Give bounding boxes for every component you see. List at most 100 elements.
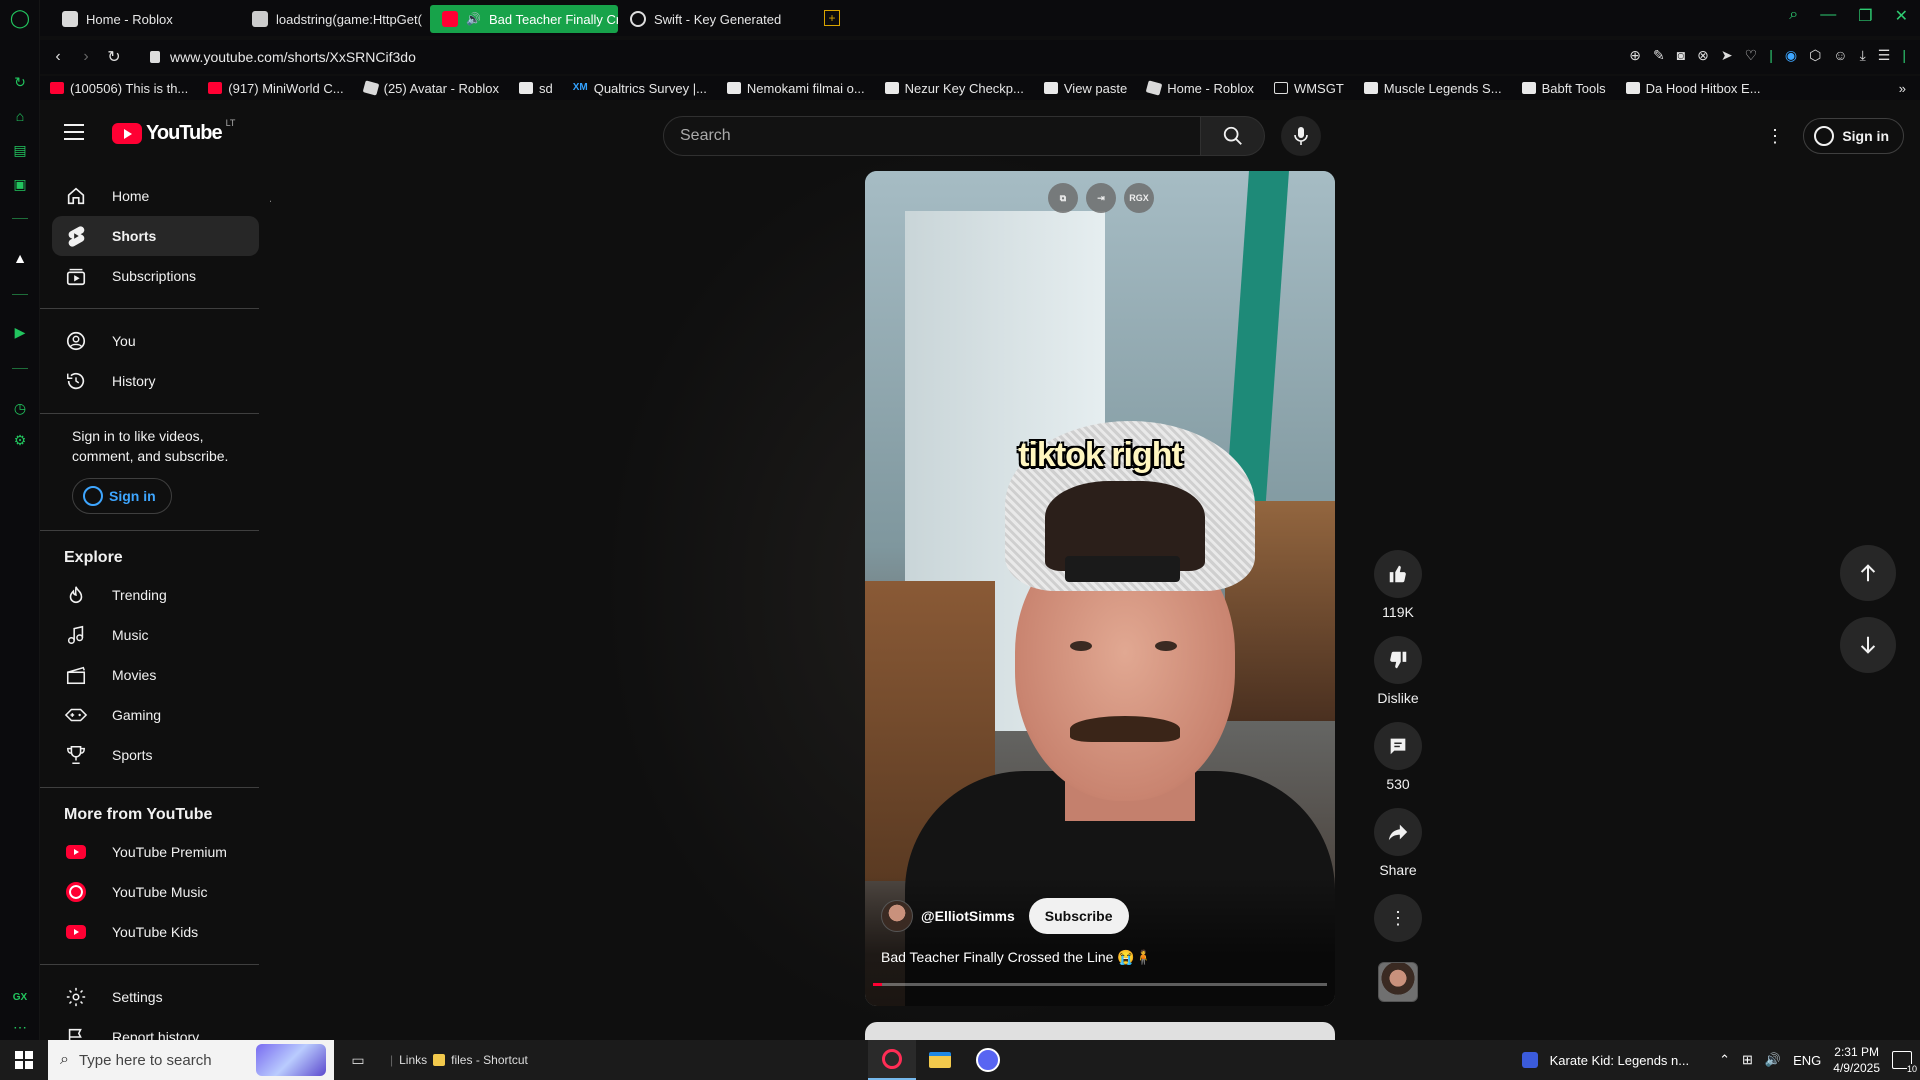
start-button[interactable] [0, 1040, 48, 1080]
adblock-icon[interactable]: ⊗ [1697, 47, 1709, 64]
tab-swift[interactable]: Swift - Key Generated [618, 5, 808, 33]
music-player-icon[interactable]: ▶ [8, 320, 32, 344]
history-rail-icon[interactable]: ◷ [8, 396, 32, 420]
bookmark[interactable]: Nezur Key Checkp... [884, 81, 1024, 96]
tab-bad-teacher[interactable]: 🔊 Bad Teacher Finally Cr [430, 5, 618, 33]
network-icon[interactable]: ⊞ [1742, 1052, 1753, 1068]
back-icon[interactable]: ‹ [44, 48, 72, 66]
like-button[interactable] [1374, 550, 1422, 598]
sidebar-item-home[interactable]: Home [52, 176, 259, 216]
speaker-icon[interactable]: 🔊 [466, 12, 481, 26]
rgx-button[interactable]: RGX [1124, 183, 1154, 213]
bookmark[interactable]: View paste [1043, 81, 1127, 96]
heart-icon[interactable]: ♡ [1745, 47, 1758, 64]
bookmark[interactable]: (100506) This is th... [50, 81, 188, 96]
sidebar-item-youtube-music[interactable]: YouTube Music [52, 872, 259, 912]
video-title[interactable]: Bad Teacher Finally Crossed the Line 😭🧍 [881, 949, 1152, 966]
sidebar-item-youtube-premium[interactable]: YouTube Premium [52, 832, 259, 872]
more-rail-icon[interactable]: ⋯ [8, 1015, 32, 1039]
gx-player-icon[interactable]: ▲ [8, 246, 32, 270]
twitch-icon[interactable]: ▤ [8, 138, 32, 162]
sign-in-button[interactable]: Sign in [1803, 118, 1904, 154]
bookmark[interactable]: Home - Roblox [1145, 80, 1254, 96]
sidebar-item-sports[interactable]: Sports [52, 735, 259, 775]
bookmark[interactable]: (25) Avatar - Roblox [362, 80, 499, 96]
tab-home-roblox[interactable]: Home - Roblox [50, 5, 240, 33]
bookmark[interactable]: Nemokami filmai o... [726, 81, 865, 96]
opera-gx-taskbar-icon[interactable] [867, 1040, 916, 1080]
comments-button[interactable] [1374, 722, 1422, 770]
reload-icon[interactable]: ↻ [100, 47, 128, 67]
bookmark[interactable]: XM Qualtrics Survey |... [573, 81, 707, 96]
profile-icon[interactable]: ☺ [1833, 47, 1847, 64]
volume-icon[interactable]: 🔊 [1765, 1052, 1781, 1068]
sidebar-item-history[interactable]: History [52, 361, 259, 401]
gx-store-icon[interactable]: ⌂ [8, 104, 32, 128]
gx-control-icon[interactable]: ↻ [8, 70, 32, 94]
new-tab-button[interactable]: + [824, 10, 840, 26]
sidebar-item-youtube-kids[interactable]: YouTube Kids [52, 912, 259, 952]
download-icon[interactable]: ⤓ [1860, 47, 1866, 64]
sidebar-item-settings[interactable]: Settings [52, 977, 259, 1017]
bookmark[interactable]: (917) MiniWorld C... [208, 81, 344, 96]
bookmark[interactable]: Babft Tools [1521, 81, 1606, 96]
more-bookmarks-icon[interactable]: » [1899, 81, 1906, 96]
notifications-icon[interactable]: 10 [1892, 1051, 1917, 1074]
next-short-button[interactable] [1840, 617, 1896, 673]
minimize-icon[interactable]: — [1820, 6, 1836, 26]
enter-icon[interactable]: ⇥ [1086, 183, 1116, 213]
clock[interactable]: 2:31 PM 4/9/2025 [1833, 1044, 1880, 1076]
forward-icon[interactable]: › [72, 48, 100, 66]
dislike-button[interactable] [1374, 636, 1422, 684]
links-label[interactable]: Links [399, 1053, 427, 1067]
cube-icon[interactable]: ⬡ [1809, 47, 1821, 64]
sidebar-item-music[interactable]: Music [52, 615, 259, 655]
files-shortcut[interactable]: files - Shortcut [451, 1053, 528, 1067]
opera-gx-menu-icon[interactable]: ◯ [8, 6, 32, 30]
easy-setup-icon[interactable]: ☰ [1878, 47, 1891, 64]
maximize-icon[interactable]: ❐ [1858, 6, 1872, 26]
scroll-up-icon[interactable]: ▲ [268, 194, 271, 205]
tab-search-icon[interactable]: ⌕ [1789, 6, 1798, 26]
channel-name[interactable]: @ElliotSimms [921, 908, 1015, 924]
youtube-logo[interactable]: YouTube LT [112, 118, 235, 145]
previous-short-button[interactable] [1840, 545, 1896, 601]
vpn-icon[interactable]: ◉ [1785, 47, 1797, 64]
bookmark[interactable]: sd [518, 81, 553, 96]
sidebar-item-subscriptions[interactable]: Subscriptions [52, 256, 259, 296]
file-explorer-taskbar-icon[interactable] [916, 1040, 964, 1080]
subscribe-button[interactable]: Subscribe [1028, 898, 1129, 934]
settings-rail-icon[interactable]: ⚙ [8, 428, 32, 452]
sidebar-item-report-history[interactable]: Report history [52, 1017, 259, 1040]
edit-icon[interactable]: ✎ [1653, 47, 1665, 64]
sidebar-item-shorts[interactable]: Shorts [52, 216, 259, 256]
chevron-up-icon[interactable]: ⌃ [1719, 1052, 1730, 1068]
bookmark[interactable]: WMSGT [1273, 81, 1344, 96]
taskbar-search[interactable]: ⌕ Type here to search [48, 1040, 334, 1080]
task-view-icon[interactable]: ▭ [334, 1040, 382, 1080]
next-short-preview[interactable] [865, 1022, 1335, 1042]
sidebar-item-trending[interactable]: Trending [52, 575, 259, 615]
shorts-player[interactable]: ⧉ ⇥ RGX tiktok right @ElliotSimms Subscr… [865, 171, 1335, 1006]
sidebar-item-you[interactable]: You [52, 321, 259, 361]
tab-loadstring[interactable]: loadstring(game:HttpGet( [240, 5, 430, 33]
share-button[interactable] [1374, 808, 1422, 856]
send-icon[interactable]: ➤ [1721, 47, 1733, 64]
hamburger-menu-icon[interactable] [64, 124, 84, 140]
sidebar-sign-in-button[interactable]: Sign in [72, 478, 172, 514]
zoom-icon[interactable]: ⊕ [1629, 47, 1641, 64]
more-options-button[interactable]: ⋮ [1374, 894, 1422, 942]
sidebar-item-gaming[interactable]: Gaming [52, 695, 259, 735]
camera-icon[interactable]: ◙ [1677, 47, 1685, 64]
channel-avatar[interactable] [881, 900, 913, 932]
bookmark[interactable]: Da Hood Hitbox E... [1625, 81, 1761, 96]
language-indicator[interactable]: ENG [1793, 1053, 1821, 1068]
close-icon[interactable]: ✕ [1895, 6, 1908, 26]
sidebar-item-movies[interactable]: Movies [52, 655, 259, 695]
progress-bar[interactable] [873, 983, 1327, 986]
messenger-icon[interactable]: ▣ [8, 172, 32, 196]
now-playing[interactable]: Karate Kid: Legends n... [1550, 1053, 1689, 1068]
url-field[interactable]: www.youtube.com/shorts/XxSRNCif3do [150, 49, 416, 65]
settings-kebab-icon[interactable]: ⋮ [1766, 126, 1784, 147]
sound-thumbnail[interactable] [1378, 962, 1418, 1002]
